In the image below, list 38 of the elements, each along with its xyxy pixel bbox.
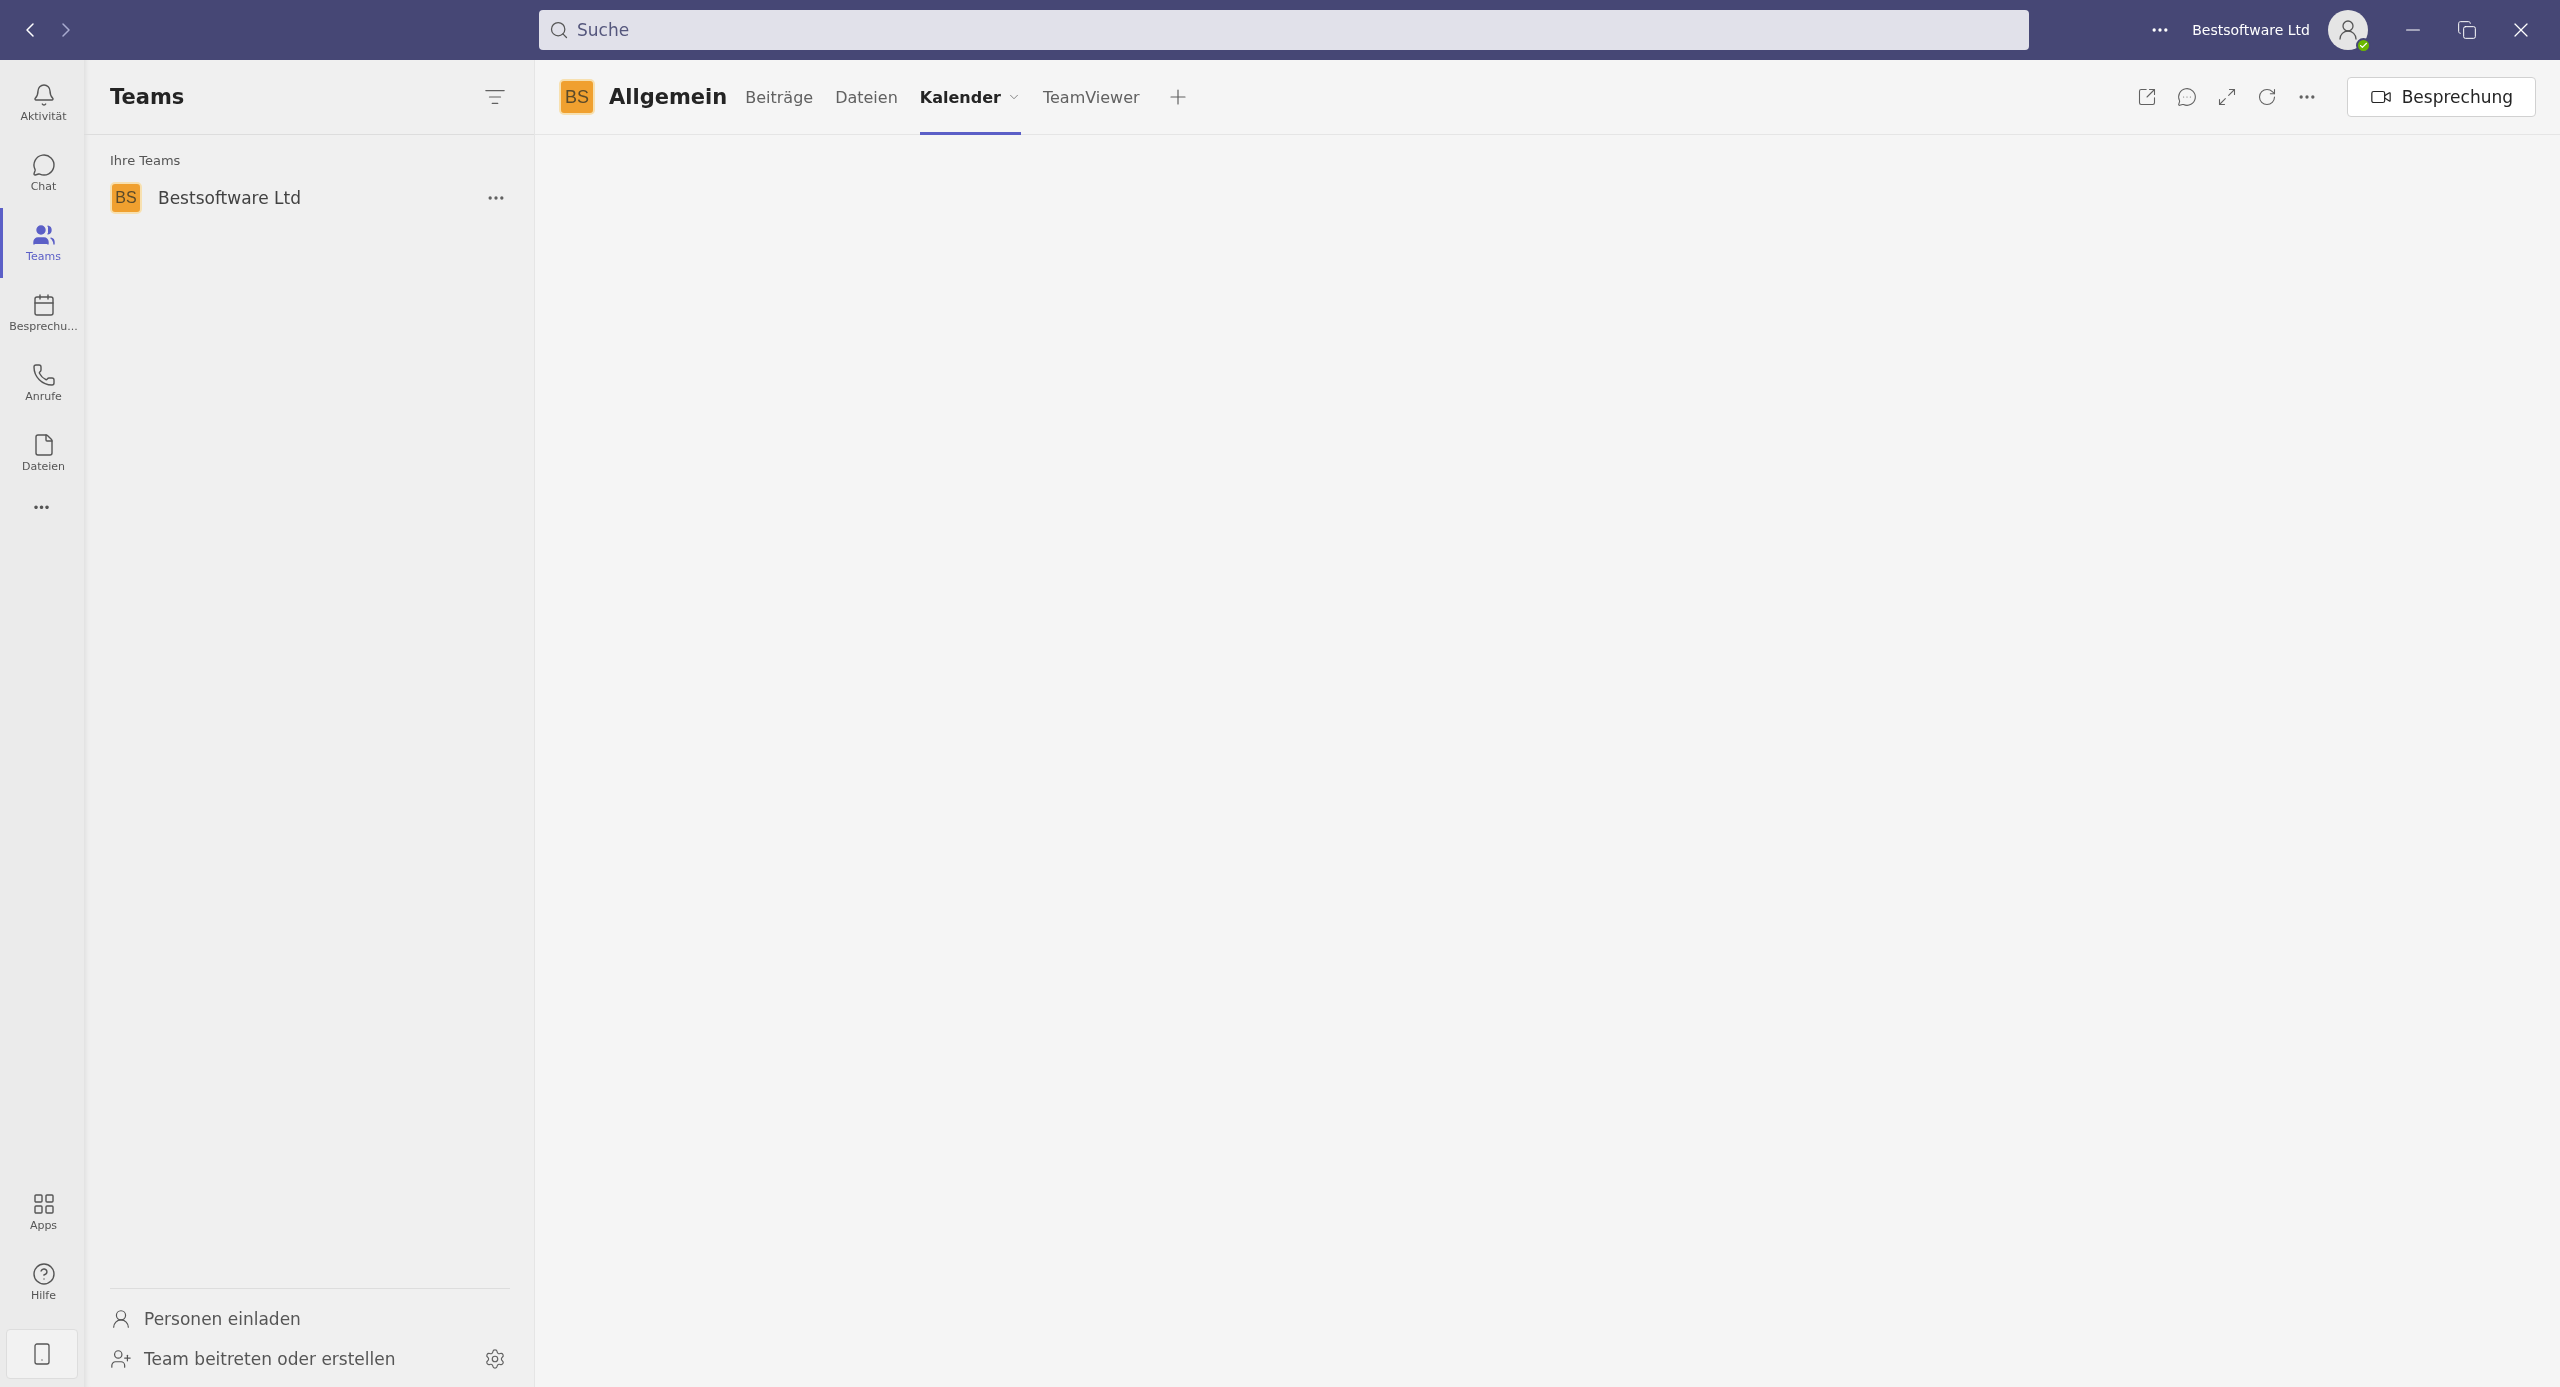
- app-bar-item[interactable]: Dateien: [0, 418, 84, 488]
- app-bar-item[interactable]: Chat: [0, 138, 84, 208]
- avatar[interactable]: [2328, 10, 2368, 50]
- footer-link[interactable]: Team beitreten oder erstellen: [144, 1349, 396, 1369]
- calendar-icon: [31, 293, 56, 317]
- app-bar-item[interactable]: Hilfe: [0, 1247, 84, 1317]
- person-icon: [2336, 18, 2360, 42]
- restore-icon[interactable]: [2457, 20, 2477, 40]
- apps-icon: [31, 1192, 56, 1216]
- meeting-button[interactable]: Besprechung: [2346, 77, 2536, 117]
- invite-person-icon: [110, 1308, 132, 1330]
- section-heading: Ihre Teams: [110, 153, 182, 168]
- chat-icon: [31, 153, 56, 177]
- channel-avatar: BS: [559, 79, 595, 115]
- people-icon: [31, 223, 56, 247]
- sidebar-title: Teams: [110, 85, 185, 109]
- channel-name: Allgemein: [609, 85, 728, 109]
- presence-icon: [2356, 38, 2371, 53]
- app-bar-item[interactable]: Aktivität: [0, 68, 84, 138]
- channel-tab[interactable]: Dateien: [835, 59, 898, 135]
- account-name: Bestsoftware Ltd: [2192, 22, 2310, 38]
- more-apps-button[interactable]: •••: [29, 496, 55, 519]
- search-field[interactable]: Suche: [539, 10, 2029, 50]
- search-icon: [549, 20, 569, 40]
- bell-icon: [31, 83, 56, 107]
- app-bar-item[interactable]: Anrufe: [0, 348, 84, 418]
- app-bar-item[interactable]: Apps: [0, 1177, 84, 1247]
- team-avatar: BS: [110, 182, 142, 214]
- app-bar-item[interactable]: Besprechu...: [0, 278, 84, 348]
- footer-link[interactable]: Personen einladen: [144, 1309, 301, 1329]
- channel-tab[interactable]: TeamViewer: [1042, 59, 1140, 135]
- team-name[interactable]: Bestsoftware Ltd: [158, 188, 466, 208]
- help-icon: [31, 1262, 56, 1286]
- add-people-icon: [110, 1348, 132, 1370]
- channel-tab[interactable]: Beiträge: [745, 59, 814, 135]
- channel-tab[interactable]: Kalender: [919, 59, 1021, 135]
- mobile-app-button[interactable]: [6, 1329, 78, 1379]
- phone-icon: [31, 363, 56, 387]
